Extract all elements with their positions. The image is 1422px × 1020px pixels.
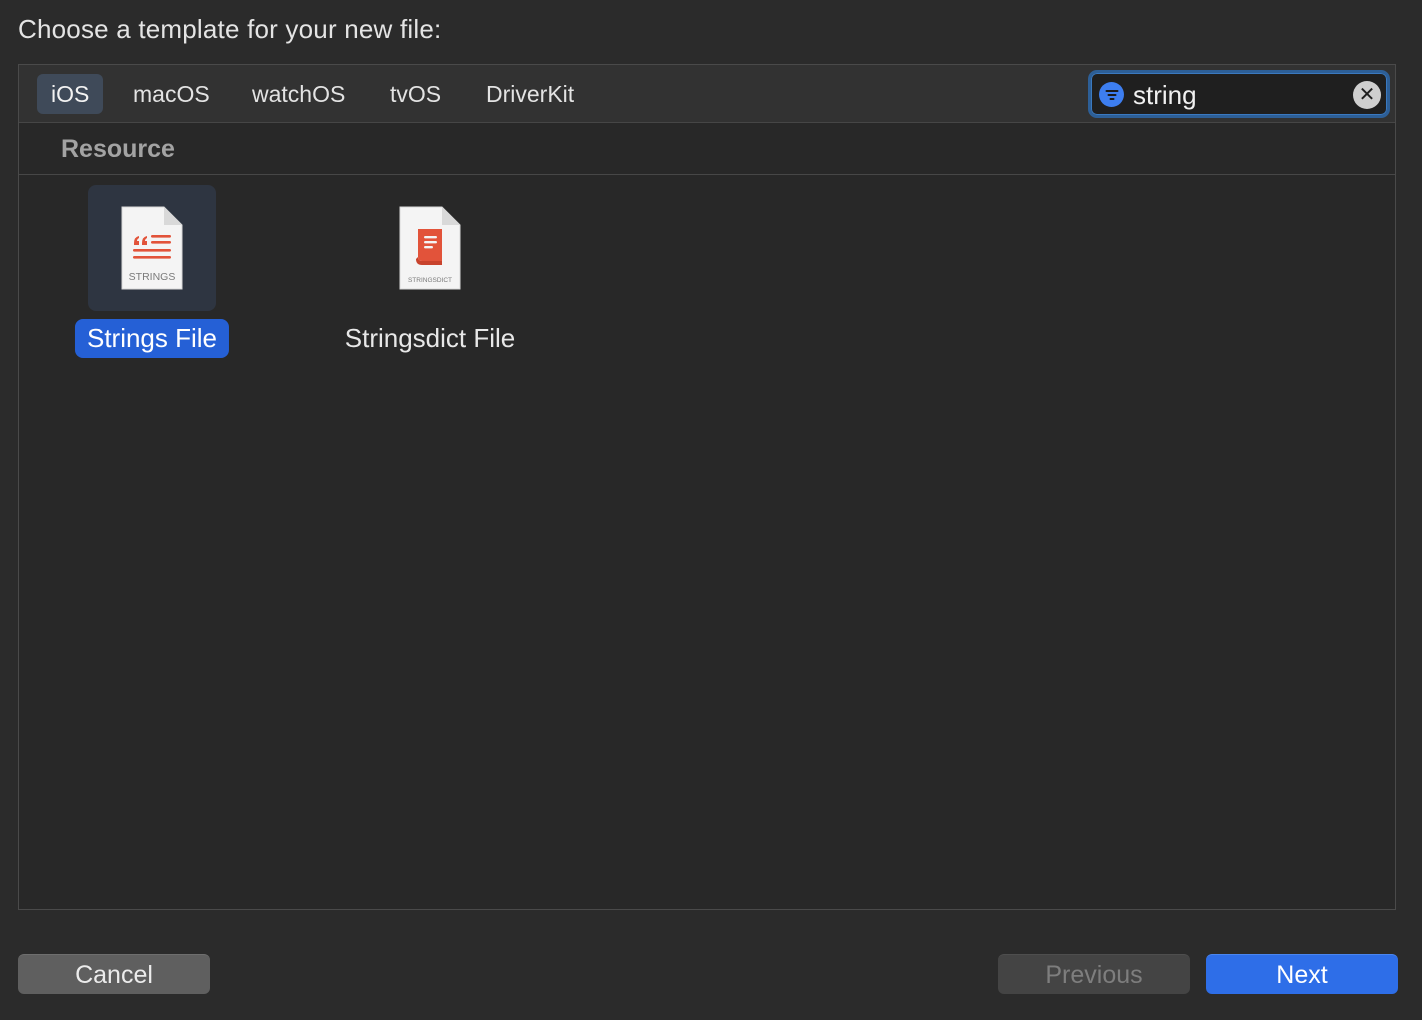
tab-ios[interactable]: iOS: [37, 74, 104, 114]
tab-tvos[interactable]: tvOS: [376, 74, 455, 114]
template-icon-tile: STRINGS: [88, 185, 216, 311]
dialog-heading: Choose a template for your new file:: [18, 14, 442, 44]
section-title: Resource: [61, 135, 175, 163]
next-button[interactable]: Next: [1206, 954, 1398, 994]
cancel-button[interactable]: Cancel: [18, 954, 210, 994]
template-icon-tile: STRINGSDICT: [366, 185, 494, 311]
search-input[interactable]: [1133, 79, 1343, 111]
stringsdict-file-icon: STRINGSDICT: [399, 206, 461, 290]
template-search-field: ✕: [1088, 70, 1390, 118]
tab-driverkit[interactable]: DriverKit: [472, 74, 588, 114]
tab-watchos[interactable]: watchOS: [238, 74, 359, 114]
strings-file-icon: STRINGS: [121, 206, 183, 290]
template-label: Stringsdict File: [344, 323, 516, 353]
tab-macos[interactable]: macOS: [119, 74, 224, 114]
previous-button[interactable]: Previous: [998, 954, 1190, 994]
template-chooser: iOS macOS watchOS tvOS DriverKit ✕ Resou…: [18, 64, 1396, 910]
clear-icon[interactable]: ✕: [1353, 81, 1381, 109]
new-file-dialog: Choose a template for your new file: iOS…: [0, 0, 1422, 1020]
template-strings-file[interactable]: STRINGS Strings File: [52, 185, 252, 365]
file-badge: STRINGSDICT: [408, 277, 452, 284]
section-header: Resource: [19, 123, 1395, 175]
file-badge: STRINGS: [129, 271, 176, 283]
template-stringsdict-file[interactable]: STRINGSDICT Stringsdict File: [330, 185, 530, 365]
template-label: Strings File: [74, 319, 230, 358]
platform-tab-bar: iOS macOS watchOS tvOS DriverKit ✕: [19, 65, 1395, 123]
filter-icon[interactable]: [1099, 82, 1124, 107]
